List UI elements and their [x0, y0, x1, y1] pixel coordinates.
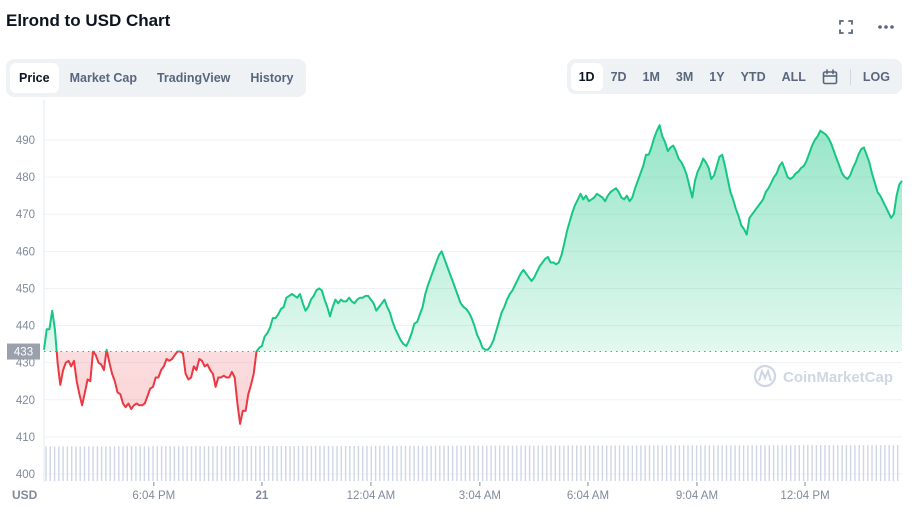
- volume-bars: [45, 445, 899, 481]
- range-7d[interactable]: 7D: [603, 63, 635, 91]
- x-tick-label: 12:04 PM: [780, 490, 829, 502]
- y-tick-label: 420: [16, 395, 35, 407]
- x-tick-label: 21: [256, 490, 269, 502]
- range-all[interactable]: ALL: [774, 63, 814, 91]
- more-icon[interactable]: [877, 18, 895, 36]
- log-scale-toggle[interactable]: LOG: [855, 63, 898, 91]
- x-tick-label: 6:04 PM: [132, 490, 175, 502]
- tab-price[interactable]: Price: [10, 63, 59, 93]
- y-tick-label: 450: [16, 283, 35, 295]
- y-tick-label: 440: [16, 321, 35, 333]
- range-1d[interactable]: 1D: [570, 62, 603, 91]
- range-3m[interactable]: 3M: [668, 63, 701, 91]
- x-tick-label: 3:04 AM: [459, 490, 501, 502]
- fullscreen-icon[interactable]: [837, 18, 855, 36]
- range-1y[interactable]: 1Y: [701, 63, 732, 91]
- x-tick-label: 9:04 AM: [676, 490, 718, 502]
- y-tick-label: 410: [16, 432, 35, 444]
- range-1m[interactable]: 1M: [635, 63, 668, 91]
- y-tick-label: 480: [16, 172, 35, 184]
- x-axis: USD 6:04 PM 21 12:04 AM 3:04 AM 6:04 AM 9:04 A…: [12, 482, 830, 502]
- price-chart[interactable]: CoinMarketCap 40041042043044045046047048…: [0, 100, 915, 507]
- baseline-label: 433: [14, 347, 33, 359]
- y-tick-label: 470: [16, 209, 35, 221]
- range-ytd[interactable]: YTD: [733, 63, 774, 91]
- time-range-selector: 1D 7D 1M 3M 1Y YTD ALL LOG: [566, 59, 902, 94]
- calendar-button[interactable]: [814, 62, 846, 92]
- y-tick-label: 400: [16, 469, 35, 481]
- calendar-icon: [822, 68, 838, 84]
- y-tick-label: 490: [16, 135, 35, 147]
- watermark-text: CoinMarketCap: [783, 369, 893, 386]
- currency-label: USD: [12, 488, 38, 502]
- y-tick-label: 460: [16, 246, 35, 258]
- divider: [849, 68, 851, 85]
- y-axis: 400410420430440450460470480490433: [7, 135, 40, 481]
- coinmarketcap-watermark: CoinMarketCap: [753, 364, 893, 388]
- x-tick-label: 6:04 AM: [567, 490, 609, 502]
- chart-type-tabs: Price Market Cap TradingView History: [6, 59, 307, 97]
- area-above-baseline: [44, 125, 902, 352]
- tab-tradingview[interactable]: TradingView: [148, 63, 239, 93]
- x-tick-label: 12:04 AM: [347, 490, 396, 502]
- header-actions: [837, 18, 895, 36]
- page-title: Elrond to USD Chart: [6, 11, 171, 30]
- tab-history[interactable]: History: [241, 63, 302, 93]
- price-area: [44, 125, 902, 424]
- tab-market-cap[interactable]: Market Cap: [61, 63, 146, 93]
